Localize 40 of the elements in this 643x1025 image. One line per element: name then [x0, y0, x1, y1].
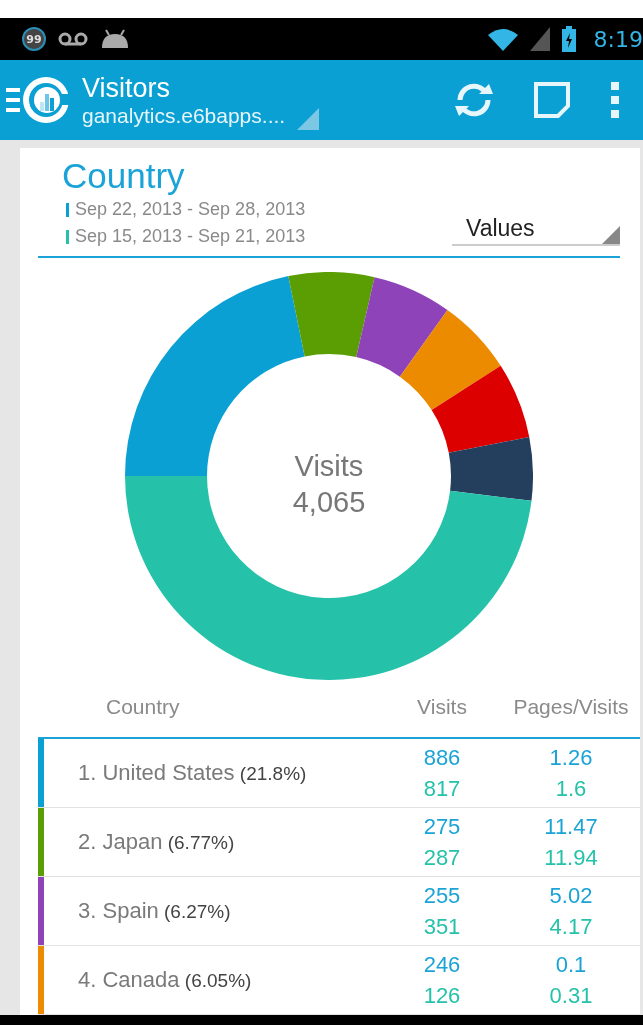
pages-per-visit-value: 11.47 [544, 813, 598, 841]
visits-value: 817 [423, 775, 461, 803]
voicemail-icon [58, 32, 88, 46]
country-name: 3. Spain (6.27%) [77, 898, 232, 924]
pages-per-visit-value: 11.94 [544, 844, 598, 872]
pages-per-visit-value: 5.02 [549, 882, 593, 910]
visits-value: 255 [423, 882, 461, 910]
dropdown-corner-icon [602, 226, 620, 244]
visits-value: 126 [423, 982, 461, 1010]
pages-per-visit-value: 0.1 [555, 951, 587, 979]
country-name: 1. United States (21.8%) [77, 760, 308, 786]
date-range: Sep 22, 2013 - Sep 28, 2013 [75, 199, 306, 220]
android-icon [100, 28, 130, 50]
signal-icon [529, 27, 550, 51]
pages-per-visit-value: 4.17 [549, 913, 593, 941]
dropdown-corner-icon [297, 108, 320, 130]
country-name: 2. Japan (6.77%) [77, 829, 236, 855]
country-name: 4. Canada (6.05%) [77, 967, 253, 993]
donut-label: Visits [294, 449, 364, 484]
visits-value: 246 [423, 951, 461, 979]
visits-value: 287 [423, 844, 461, 872]
column-header: Country [106, 695, 180, 719]
visits-value: 886 [423, 744, 461, 772]
values-dropdown[interactable]: Values [452, 212, 620, 246]
donut-value: 4,065 [292, 485, 366, 520]
card-title: Country [62, 156, 186, 196]
wifi-icon [487, 27, 518, 51]
menu-icon[interactable] [6, 77, 70, 123]
column-header: Pages/Visits [513, 695, 629, 719]
visits-value: 351 [423, 913, 461, 941]
pages-per-visit-value: 1.6 [555, 775, 587, 803]
pages-per-visit-value: 0.31 [549, 982, 593, 1010]
screen-title: Visitors [82, 72, 172, 104]
visits-value: 275 [423, 813, 461, 841]
status-time: 8:19 [593, 26, 643, 52]
column-header: Visits [417, 695, 467, 719]
battery-icon [561, 26, 576, 52]
date-range: Sep 15, 2013 - Sep 21, 2013 [75, 226, 306, 247]
pages-per-visit-value: 1.26 [549, 744, 593, 772]
notification-count: 99 [22, 27, 46, 51]
